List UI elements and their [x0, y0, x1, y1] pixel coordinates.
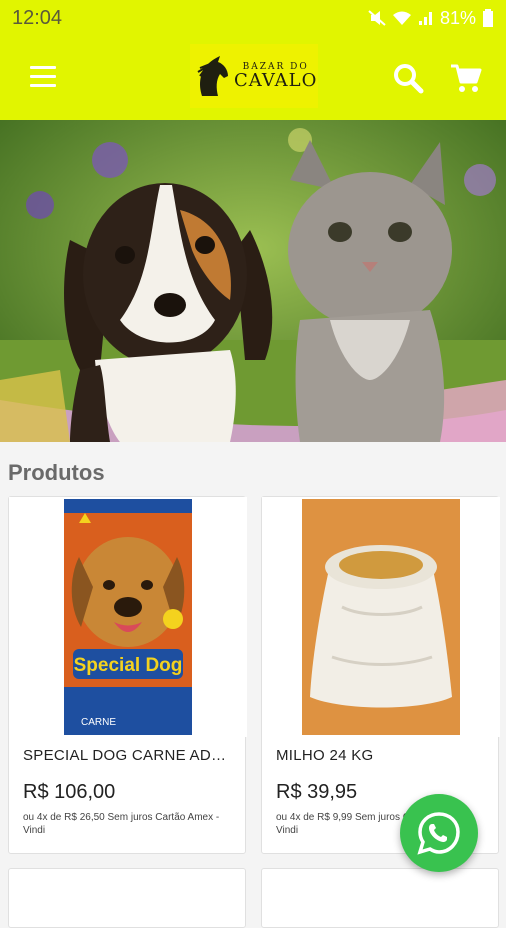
signal-icon — [418, 12, 432, 25]
section-title: Produtos — [8, 460, 105, 485]
product-title[interactable]: MILHO 24 KG — [276, 747, 490, 764]
product-card[interactable]: Special Dog CARNE SPECIAL DOG CARNE ADUL… — [8, 496, 247, 854]
horse-logo-icon — [197, 56, 228, 96]
battery-percent: 81% — [439, 7, 476, 28]
product-card[interactable]: MILHO 24 KG R$ 39,95 ou 4x de R$ 9,99 Se… — [261, 496, 500, 854]
dog-food-bag-image: Special Dog CARNE — [9, 497, 247, 737]
wifi-icon — [392, 11, 411, 25]
search-icon[interactable] — [392, 62, 424, 94]
product-card-partial[interactable] — [261, 868, 499, 928]
product-price: R$ 106,00 — [23, 781, 116, 803]
battery-icon — [483, 9, 493, 27]
app-bar: BAZAR DO CAVALO — [0, 36, 506, 120]
product-image[interactable] — [262, 497, 500, 737]
menu-icon[interactable] — [30, 66, 56, 88]
product-card-partial[interactable] — [8, 868, 246, 928]
pack-flavor-text: CARNE — [81, 717, 116, 728]
pack-brand-text: Special Dog — [74, 655, 183, 676]
corn-sack-image — [262, 497, 500, 737]
logo-main-text: CAVALO — [234, 69, 318, 91]
product-title[interactable]: SPECIAL DOG CARNE ADUL… — [23, 747, 237, 764]
hero-banner[interactable] — [0, 120, 506, 442]
product-installments: ou 4x de R$ 26,50 Sem juros Cartão Amex … — [23, 812, 220, 836]
mute-icon — [368, 10, 386, 26]
product-image[interactable]: Special Dog CARNE — [9, 497, 247, 737]
hero-pets-image — [0, 120, 506, 442]
status-bar: 12:04 81% — [0, 0, 506, 36]
product-price: R$ 39,95 — [276, 781, 358, 803]
whatsapp-button[interactable] — [400, 794, 478, 872]
logo-wordmark: BAZAR DO CAVALO — [234, 62, 317, 91]
cart-icon[interactable] — [450, 62, 482, 94]
status-icons: 81% — [368, 8, 494, 29]
status-time: 12:04 — [12, 6, 63, 29]
brand-logo[interactable]: BAZAR DO CAVALO — [190, 44, 318, 108]
whatsapp-icon — [417, 812, 460, 855]
